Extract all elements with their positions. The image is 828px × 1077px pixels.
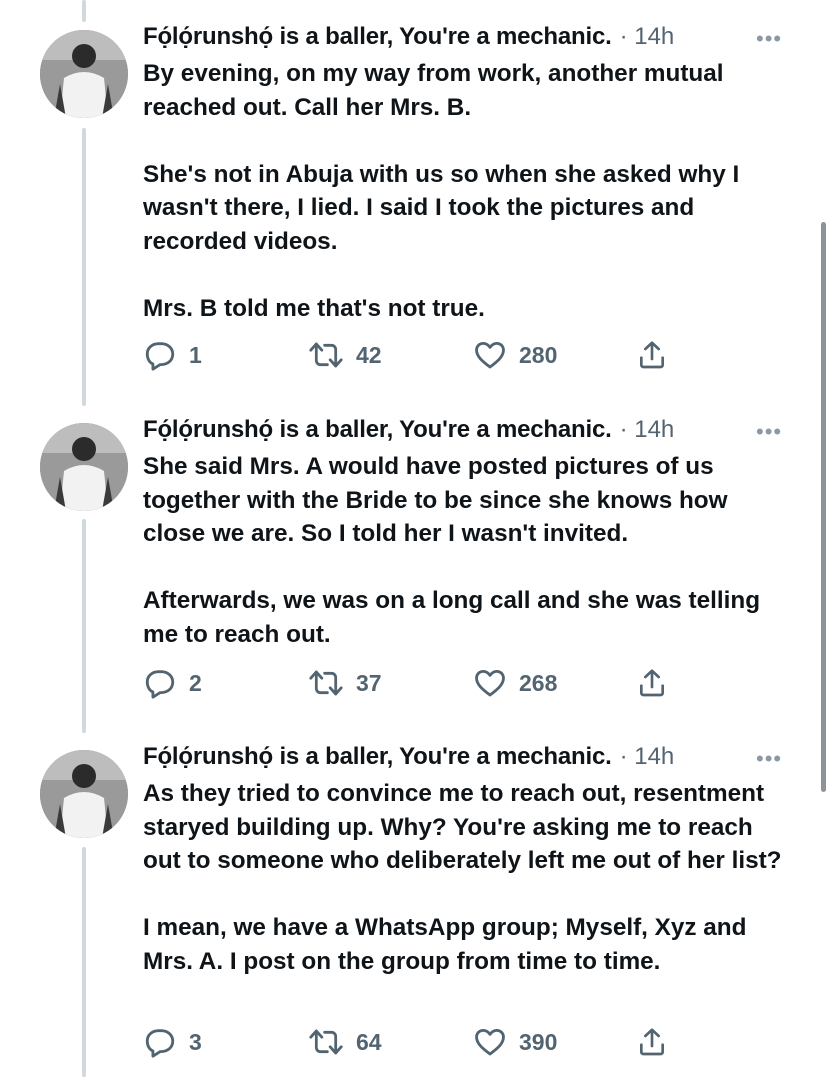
- retweet-button[interactable]: 64: [308, 1025, 382, 1059]
- like-button[interactable]: 268: [473, 666, 557, 700]
- timestamp[interactable]: · 14h: [620, 416, 675, 444]
- action-bar: 2 37 268: [143, 666, 743, 706]
- retweet-icon: [309, 342, 343, 368]
- timestamp[interactable]: · 14h: [620, 743, 675, 771]
- avatar[interactable]: [40, 30, 128, 118]
- avatar[interactable]: [40, 423, 128, 511]
- share-icon: [640, 341, 664, 369]
- retweet-count: 64: [356, 1028, 382, 1055]
- author-name[interactable]: Fọ́lọ́runshọ́ is a baller, You're a mech…: [143, 23, 612, 51]
- tweet[interactable]: Fọ́lọ́runshọ́ is a baller, You're a mech…: [0, 0, 828, 327]
- retweet-count: 37: [356, 669, 382, 696]
- avatar-photo: [40, 423, 128, 511]
- timestamp[interactable]: · 14h: [620, 23, 675, 51]
- reply-count: 2: [189, 669, 202, 696]
- share-button[interactable]: [636, 338, 668, 372]
- share-icon: [640, 1028, 664, 1056]
- tweet[interactable]: Fọ́lọ́runshọ́ is a baller, You're a mech…: [0, 720, 828, 1047]
- like-button[interactable]: 390: [473, 1025, 557, 1059]
- action-bar: 1 42 280: [143, 338, 743, 378]
- reply-button[interactable]: 3: [143, 1025, 202, 1059]
- like-count: 268: [519, 669, 558, 696]
- reply-icon: [145, 342, 175, 371]
- avatar-photo: [40, 750, 128, 838]
- reply-icon: [145, 1029, 175, 1058]
- reply-button[interactable]: 1: [143, 338, 202, 372]
- tweet-text: By evening, on my way from work, another…: [143, 60, 740, 323]
- more-icon[interactable]: •••: [756, 420, 782, 444]
- reply-button[interactable]: 2: [143, 666, 202, 700]
- share-button[interactable]: [636, 666, 668, 700]
- like-icon: [475, 1028, 505, 1056]
- like-icon: [475, 341, 505, 369]
- tweet-text: As they tried to convince me to reach ou…: [143, 780, 782, 975]
- like-count: 390: [519, 1028, 558, 1055]
- author-name[interactable]: Fọ́lọ́runshọ́ is a baller, You're a mech…: [143, 743, 612, 771]
- avatar[interactable]: [40, 750, 128, 838]
- more-icon[interactable]: •••: [756, 747, 782, 771]
- retweet-count: 42: [356, 341, 382, 368]
- more-icon[interactable]: •••: [756, 27, 782, 51]
- reply-count: 1: [189, 341, 202, 368]
- retweet-icon: [309, 1029, 343, 1055]
- share-icon: [640, 669, 664, 697]
- like-count: 280: [519, 341, 558, 368]
- retweet-icon: [309, 670, 343, 696]
- author-name[interactable]: Fọ́lọ́runshọ́ is a baller, You're a mech…: [143, 416, 612, 444]
- tweet-text: She said Mrs. A would have posted pictur…: [143, 453, 761, 648]
- like-icon: [475, 669, 505, 697]
- like-button[interactable]: 280: [473, 338, 557, 372]
- reply-count: 3: [189, 1028, 202, 1055]
- share-button[interactable]: [636, 1025, 668, 1059]
- action-bar: 3 64 390: [143, 1025, 743, 1065]
- avatar-photo: [40, 30, 128, 118]
- reply-icon: [145, 670, 175, 699]
- retweet-button[interactable]: 37: [308, 666, 382, 700]
- retweet-button[interactable]: 42: [308, 338, 382, 372]
